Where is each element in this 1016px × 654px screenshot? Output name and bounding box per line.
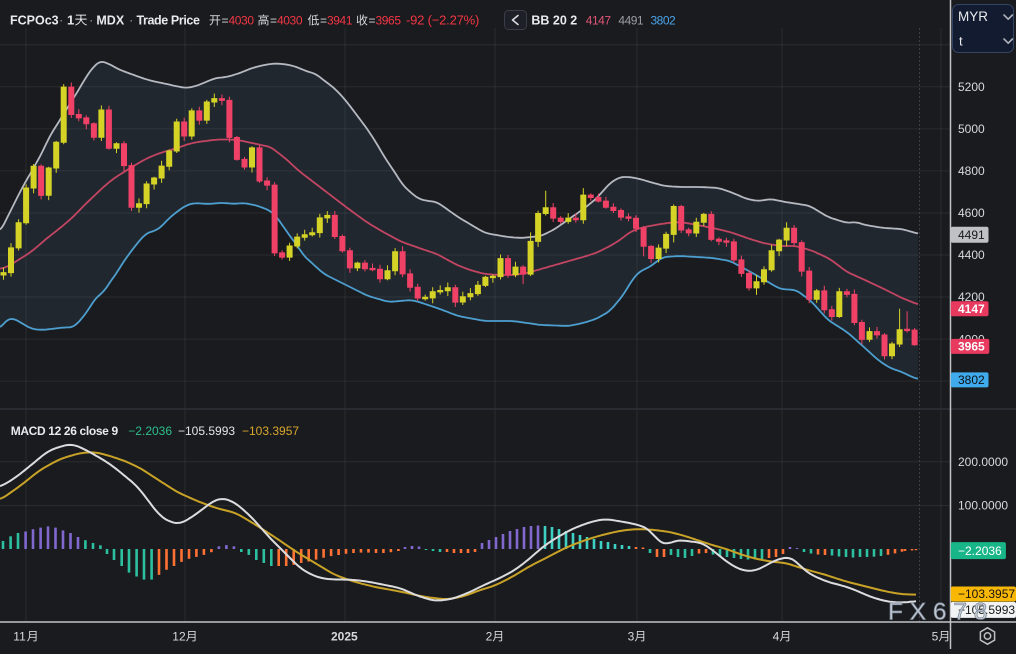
svg-text:4491: 4491 — [958, 228, 985, 242]
svg-text:=: = — [270, 14, 277, 28]
svg-text:Trade Price: Trade Price — [137, 14, 200, 28]
svg-text:4491: 4491 — [618, 14, 644, 28]
svg-text:3941: 3941 — [327, 14, 353, 28]
svg-text:−2.2036: −2.2036 — [128, 424, 172, 438]
svg-text:4147: 4147 — [958, 302, 985, 316]
svg-text:3965: 3965 — [376, 14, 402, 28]
svg-text:5200: 5200 — [958, 80, 985, 94]
svg-text:FCPOc3: FCPOc3 — [10, 14, 59, 28]
svg-text:3802: 3802 — [958, 373, 985, 387]
svg-text:4800: 4800 — [958, 164, 985, 178]
svg-text:11: 11 — [13, 630, 26, 644]
svg-text:200.0000: 200.0000 — [958, 455, 1008, 469]
svg-text:·: · — [89, 13, 93, 28]
svg-text:2025: 2025 — [331, 630, 358, 644]
svg-text:2: 2 — [486, 630, 493, 644]
svg-text:−105.5993: −105.5993 — [178, 424, 235, 438]
svg-text:4600: 4600 — [958, 206, 985, 220]
svg-text:MACD 12 26 close 9: MACD 12 26 close 9 — [11, 424, 119, 438]
svg-text:BB 20 2: BB 20 2 — [531, 14, 577, 28]
svg-text:4: 4 — [773, 630, 780, 644]
svg-text:=: = — [369, 14, 376, 28]
svg-text:4030: 4030 — [277, 14, 303, 28]
svg-text:3802: 3802 — [651, 14, 677, 28]
svg-text:=: = — [222, 14, 229, 28]
svg-text:−2.2036: −2.2036 — [958, 544, 1002, 558]
svg-text:4400: 4400 — [958, 248, 985, 262]
svg-text:MDX: MDX — [96, 14, 124, 28]
svg-text:5000: 5000 — [958, 122, 985, 136]
svg-text:1: 1 — [67, 13, 74, 28]
svg-text:100.0000: 100.0000 — [958, 499, 1008, 513]
svg-text:t: t — [959, 34, 963, 49]
svg-text:4147: 4147 — [586, 14, 612, 28]
svg-text:FX678: FX678 — [888, 599, 994, 626]
svg-text:4030: 4030 — [229, 14, 255, 28]
svg-text:·: · — [129, 13, 133, 28]
svg-text:3: 3 — [628, 630, 635, 644]
svg-text:−103.3957: −103.3957 — [242, 424, 299, 438]
svg-text:3965: 3965 — [958, 340, 985, 354]
svg-text:·: · — [59, 13, 63, 28]
svg-text:=: = — [320, 14, 327, 28]
svg-text:5: 5 — [932, 630, 939, 644]
svg-text:MYR: MYR — [958, 9, 988, 24]
svg-text:12: 12 — [172, 630, 186, 644]
svg-text:-92 (−2.27%): -92 (−2.27%) — [406, 13, 479, 28]
